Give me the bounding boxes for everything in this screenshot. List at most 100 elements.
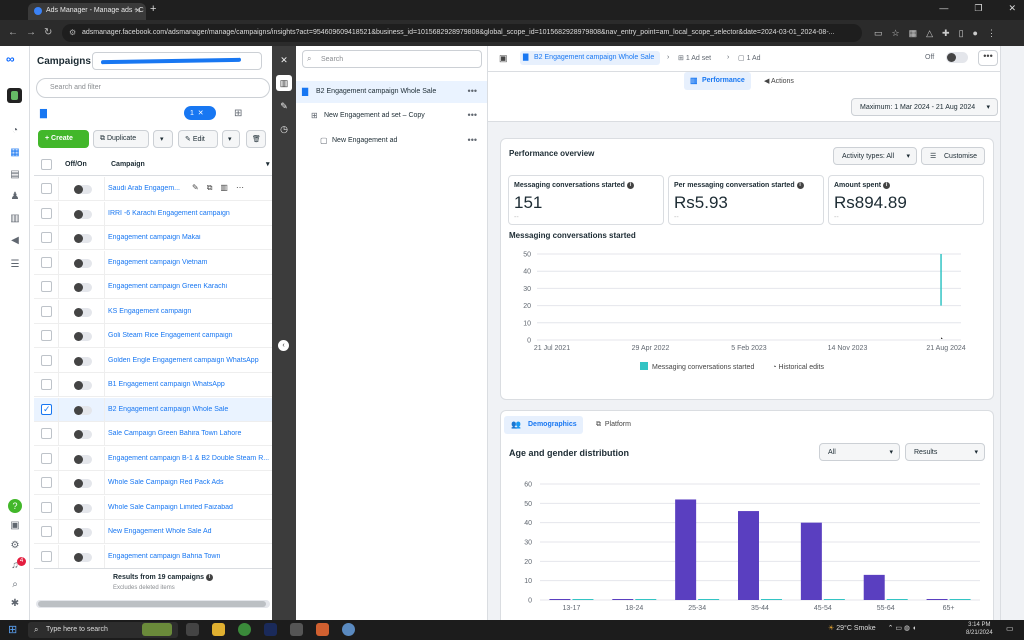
legend-item-messaging[interactable]: Messaging conversations started <box>640 362 754 371</box>
chrome-profile-icon[interactable] <box>342 623 355 636</box>
offon-column-header[interactable]: Off/On <box>65 161 87 168</box>
campaign-name-link[interactable]: Whole Sale Campaign Limited Faizabad <box>108 504 270 511</box>
settings-gear-icon[interactable]: ⚙ <box>8 540 22 554</box>
selected-count-chip[interactable]: 1 ✕ <box>184 106 216 120</box>
view-toggle-icon[interactable]: ⊞ <box>234 108 242 119</box>
row-checkbox[interactable] <box>41 354 52 366</box>
search-icon[interactable]: ⌕ <box>8 579 22 593</box>
campaign-column-header[interactable]: Campaign <box>111 161 145 168</box>
table-row[interactable]: Whole Sale Campaign Red Pack Ads <box>34 471 272 495</box>
table-row[interactable]: Whole Sale Campaign Limited Faizabad <box>34 495 272 520</box>
duplicate-button[interactable]: ⧉ Duplicate <box>93 130 149 148</box>
new-tab-icon[interactable]: + <box>150 3 156 15</box>
campaign-toggle[interactable] <box>74 234 92 243</box>
system-tray[interactable]: ☀ 29°C Smoke ⌃ ▭ ◍ ◖ <box>828 624 916 632</box>
campaign-toggle[interactable] <box>74 356 92 366</box>
table-row[interactable]: B1 Engagement campaign WhatsApp <box>34 373 272 397</box>
campaign-toggle[interactable] <box>74 209 92 219</box>
row-checkbox[interactable] <box>41 305 52 317</box>
campaign-name-link[interactable]: Engagement campaign B-1 & B2 Double Stea… <box>108 455 270 462</box>
campaign-status-toggle[interactable] <box>946 52 968 63</box>
table-row[interactable]: Engagement campaign Vietnam <box>34 250 272 275</box>
browser-menu-icon[interactable]: ⋮ <box>987 28 996 39</box>
campaign-toggle[interactable] <box>74 405 92 415</box>
campaign-toggle[interactable] <box>74 283 92 292</box>
horizontal-scrollbar[interactable] <box>36 600 270 608</box>
campaign-toggle[interactable] <box>74 552 92 562</box>
row-checkbox[interactable] <box>41 281 52 292</box>
campaign-toggle[interactable] <box>74 528 92 537</box>
search-filter-input[interactable]: Search and filter <box>36 78 270 98</box>
bar[interactable] <box>800 522 822 600</box>
campaign-toggle[interactable] <box>74 258 92 268</box>
reports-icon[interactable]: ▤ <box>8 169 22 183</box>
campaign-toggle[interactable] <box>74 503 92 513</box>
metric-card-messaging[interactable]: Messaging conversations started i 151 -- <box>508 175 664 225</box>
taskbar-clock[interactable]: 3:14 PM 8/21/2024 <box>966 621 993 637</box>
billing-icon[interactable]: ▥ <box>8 213 22 227</box>
table-row[interactable]: Engagement campaign Bahria Town <box>34 544 272 569</box>
maximize-icon[interactable]: ❐ <box>974 3 982 14</box>
sort-icon[interactable]: ▾ <box>266 160 270 168</box>
table-row[interactable]: Engagement campaign Makai <box>34 226 272 250</box>
info-icon[interactable]: i <box>796 182 804 189</box>
task-view-icon[interactable] <box>186 623 199 636</box>
site-info-icon[interactable]: ⚙ <box>69 28 76 37</box>
notification-center-icon[interactable]: ▭ <box>1006 624 1014 633</box>
table-row[interactable]: New Engagement Whole Sale Ad <box>34 520 272 544</box>
campaign-toggle[interactable] <box>74 307 92 317</box>
row-checkbox[interactable] <box>41 183 52 194</box>
sidebar-icon[interactable]: ▯ <box>959 28 964 39</box>
chart-icon[interactable]: ▥ <box>220 183 236 192</box>
help-icon[interactable]: ? <box>8 499 22 513</box>
bar[interactable] <box>698 599 720 600</box>
campaign-name-link[interactable]: Whole Sale Campaign Red Pack Ads <box>108 479 270 486</box>
duplicate-icon[interactable]: ⧉ <box>207 183 221 192</box>
meta-logo-icon[interactable]: ∞ <box>6 52 15 66</box>
bar[interactable] <box>926 599 948 600</box>
row-checkbox[interactable] <box>41 207 52 219</box>
table-row[interactable]: Saudi Arab Engagem... ✎⧉▥⋯ <box>34 177 272 201</box>
announcements-icon[interactable]: ◀ <box>8 235 22 249</box>
historical-edit-marker-icon[interactable]: ◔ <box>939 336 943 343</box>
drive-icon[interactable]: △ <box>926 28 933 39</box>
row-more-icon[interactable]: ⋯ <box>236 183 252 192</box>
bar[interactable] <box>612 599 634 600</box>
row-checkbox[interactable] <box>41 330 52 341</box>
bug-report-icon[interactable]: ✱ <box>8 598 22 612</box>
ad-more-icon[interactable]: ••• <box>468 135 477 145</box>
file-explorer-icon[interactable] <box>212 623 225 636</box>
table-row[interactable]: Sale Campaign Green Bahira Town Lahore <box>34 422 272 446</box>
campaigns-table-icon[interactable]: ▦ <box>8 147 22 161</box>
capcut-icon[interactable] <box>290 623 303 636</box>
campaign-name-link[interactable]: IRRI -6 Karachi Engagement campaign <box>108 210 270 217</box>
adset-more-icon[interactable]: ••• <box>468 110 477 120</box>
search-highlight-image[interactable] <box>142 623 172 636</box>
campaign-toggle[interactable] <box>74 185 92 194</box>
browser-tab[interactable]: Ads Manager - Manage ads - C ✕ <box>28 3 146 20</box>
table-row[interactable]: Goli Steam Rice Engagement campaign <box>34 324 272 348</box>
tab-demographics[interactable]: 👥 Demographics <box>504 416 583 434</box>
account-avatar[interactable] <box>7 88 22 103</box>
back-icon[interactable]: ← <box>8 27 18 38</box>
table-row[interactable]: IRRI -6 Karachi Engagement campaign <box>34 201 272 226</box>
breadcrumb-adset[interactable]: ⊞ 1 Ad set <box>678 54 711 62</box>
table-row[interactable]: Engagement campaign B-1 & B2 Double Stea… <box>34 446 272 471</box>
campaign-name-link[interactable]: Engagement campaign Vietnam <box>108 259 270 266</box>
tab-actions[interactable]: ◀ Actions <box>764 77 794 85</box>
info-icon[interactable]: i <box>626 182 634 189</box>
table-row[interactable]: B2 Engagement campaign Whole Sale <box>34 397 272 422</box>
all-tools-icon[interactable]: ☰ <box>8 259 22 273</box>
photoshop-icon[interactable] <box>264 623 277 636</box>
collapse-panel-icon[interactable]: ‹ <box>278 340 289 351</box>
customise-button[interactable]: ☰ Customise <box>921 147 985 165</box>
bar[interactable] <box>761 599 782 600</box>
ad-account-selector[interactable] <box>92 52 262 70</box>
edit-button[interactable]: ✎ Edit <box>178 130 218 148</box>
campaign-toggle[interactable] <box>74 479 92 488</box>
gender-filter-dropdown[interactable]: All ▾ <box>819 443 900 461</box>
row-checkbox[interactable] <box>41 428 52 439</box>
metric-filter-dropdown[interactable]: Results ▾ <box>905 443 985 461</box>
bar[interactable] <box>549 599 571 600</box>
puzzle-icon[interactable]: ✚ <box>942 28 950 39</box>
